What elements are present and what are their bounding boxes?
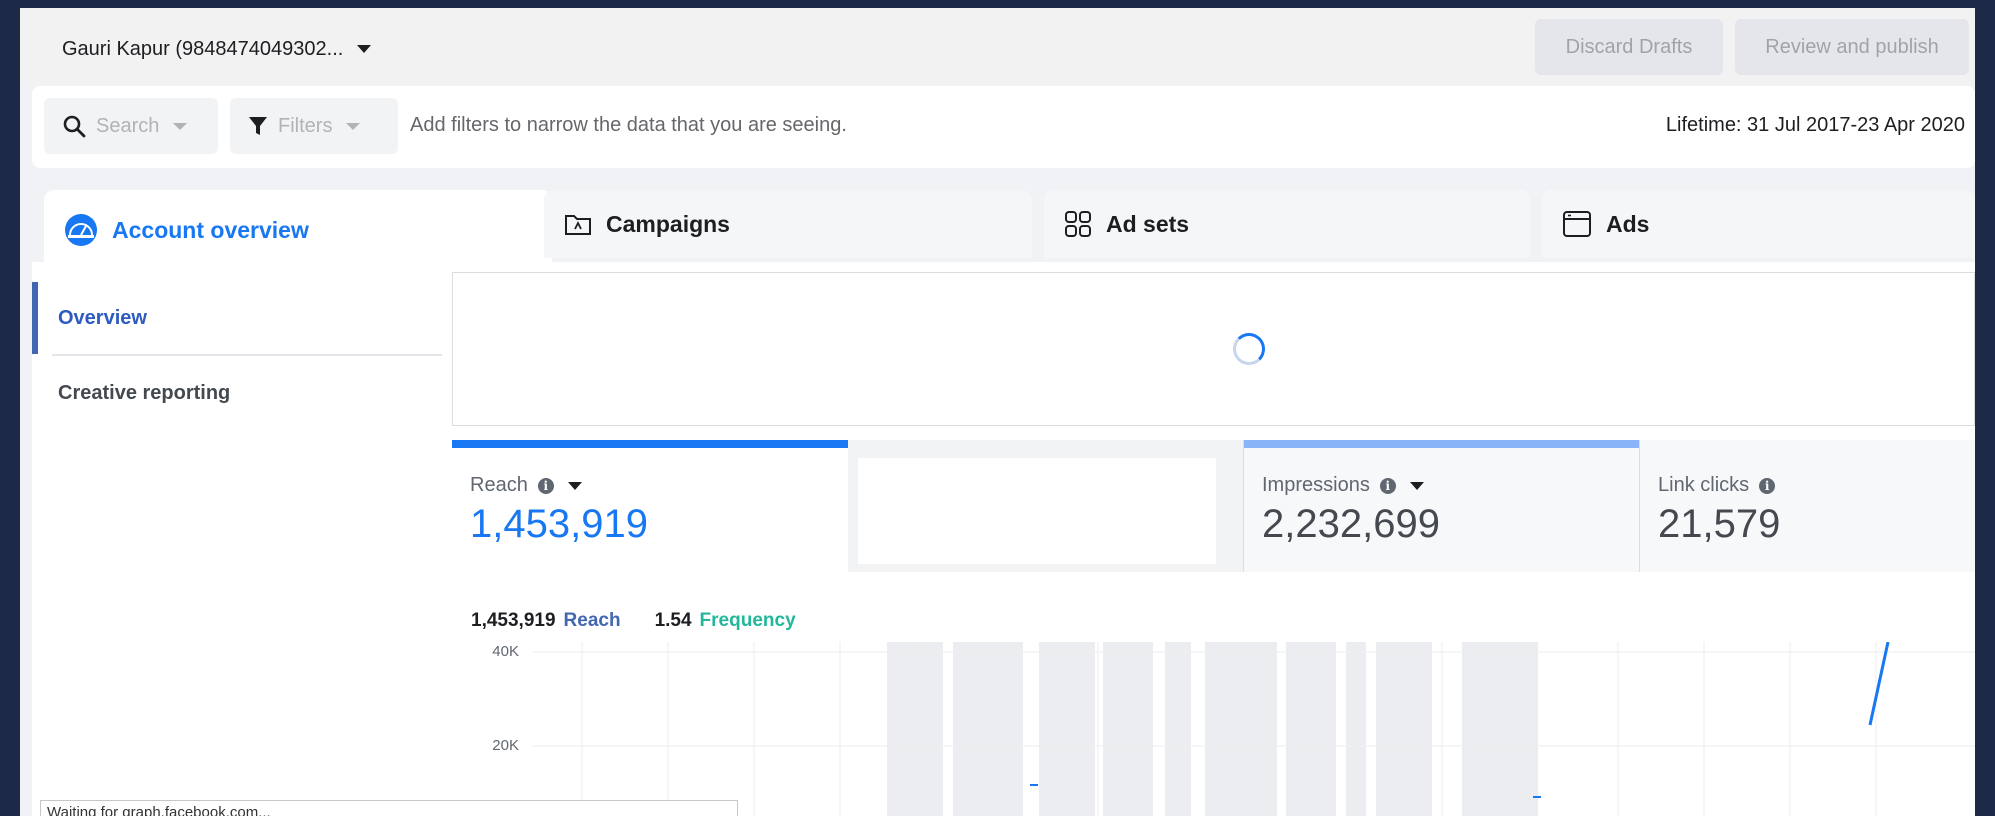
- folder-icon: [565, 215, 591, 235]
- y-tick-label: 40K: [492, 643, 519, 660]
- metric-reach[interactable]: Reach i 1,453,919: [452, 440, 848, 572]
- metric-tiles: Reach i 1,453,919 Impressions i 2,232,69…: [452, 440, 1975, 572]
- sidebar-item-creative-reporting[interactable]: Creative reporting: [32, 357, 442, 429]
- tab-label: Account overview: [112, 216, 309, 243]
- metric-accent-bar: [1244, 440, 1639, 448]
- metric-label-text: Link clicks: [1658, 474, 1750, 496]
- legend-frequency-label[interactable]: Frequency: [700, 610, 796, 632]
- tab-ad-sets[interactable]: Ad sets: [1044, 190, 1530, 258]
- ads-manager-window: Gauri Kapur (9848474049302... Discard Dr…: [20, 8, 1975, 816]
- metric-value: 1,453,919: [470, 502, 648, 546]
- metric-empty-slot[interactable]: [848, 440, 1244, 572]
- chart-highlight-band: [1462, 642, 1538, 816]
- filters-label: Filters: [278, 114, 333, 137]
- chart-legend: 1,453,919 Reach 1.54 Frequency: [471, 610, 796, 632]
- metric-label: Impressions i: [1262, 474, 1424, 497]
- account-switcher[interactable]: Gauri Kapur (9848474049302...: [62, 34, 372, 64]
- metric-label: Link clicks i: [1658, 474, 1776, 497]
- tab-account-overview[interactable]: Account overview: [44, 190, 552, 270]
- chevron-down-icon[interactable]: [1409, 481, 1424, 490]
- chart-highlight-band: [1103, 642, 1153, 816]
- discard-drafts-button[interactable]: Discard Drafts: [1535, 19, 1723, 75]
- tab-label: Campaigns: [606, 210, 730, 237]
- metric-impressions[interactable]: Impressions i 2,232,699: [1244, 440, 1640, 572]
- filter-bar: Search Filters Add filters to narrow the…: [32, 86, 1975, 168]
- side-navigation: Overview Creative reporting: [32, 262, 452, 816]
- metric-label-text: Impressions: [1262, 474, 1370, 496]
- metric-value: 2,232,699: [1262, 502, 1440, 546]
- filters-button[interactable]: Filters: [230, 98, 398, 154]
- date-range-picker[interactable]: Lifetime: 31 Jul 2017-23 Apr 2020: [1666, 114, 1965, 137]
- top-bar: Gauri Kapur (9848474049302... Discard Dr…: [20, 8, 1975, 86]
- chart-highlight-band: [887, 642, 943, 816]
- loading-card: [452, 272, 1975, 426]
- info-icon[interactable]: i: [537, 477, 554, 494]
- filter-icon: [249, 117, 267, 135]
- legend-frequency-value: 1.54: [654, 610, 692, 631]
- window-icon: [1563, 211, 1591, 237]
- y-tick-label: 20K: [492, 737, 519, 754]
- search-icon: [63, 115, 86, 138]
- divider: [52, 354, 442, 356]
- chart-highlight-band: [1376, 642, 1432, 816]
- filter-hint: Add filters to narrow the data that you …: [410, 114, 847, 136]
- chart-highlight-band: [1286, 642, 1336, 816]
- tab-campaigns[interactable]: Campaigns: [544, 190, 1032, 258]
- metric-placeholder: [858, 458, 1216, 564]
- sidebar-item-overview[interactable]: Overview: [32, 282, 442, 354]
- chart-highlight-band: [1165, 642, 1191, 816]
- tab-ads[interactable]: Ads: [1542, 190, 1975, 258]
- metric-link-clicks[interactable]: Link clicks i 21,579: [1640, 440, 1975, 572]
- metric-accent-bar: [452, 440, 848, 448]
- chevron-down-icon[interactable]: [567, 481, 582, 490]
- chart-highlight-band: [1205, 642, 1277, 816]
- legend-reach-label[interactable]: Reach: [564, 610, 621, 632]
- metric-label-text: Reach: [470, 474, 528, 496]
- dashboard-icon: [65, 214, 97, 246]
- reach-line-segment: [1868, 642, 1890, 726]
- main-panel: Overview Creative reporting Reach i 1,45…: [32, 262, 1975, 816]
- search-button[interactable]: Search: [44, 98, 218, 154]
- reach-chart: 40K 20K: [492, 642, 1975, 816]
- metric-label: Reach i: [470, 474, 582, 497]
- search-label: Search: [96, 114, 160, 137]
- tab-label: Ads: [1606, 210, 1650, 237]
- grid-icon: [1065, 211, 1091, 237]
- account-name: Gauri Kapur (9848474049302...: [62, 37, 344, 60]
- info-icon[interactable]: i: [1759, 477, 1776, 494]
- loading-spinner-icon: [1233, 333, 1265, 365]
- tab-label: Ad sets: [1106, 210, 1190, 237]
- legend-reach-value: 1,453,919: [471, 610, 556, 631]
- chevron-down-icon: [173, 122, 188, 130]
- chart-highlight-band: [1039, 642, 1095, 816]
- chevron-down-icon: [357, 45, 372, 53]
- chevron-down-icon: [346, 122, 361, 130]
- info-icon[interactable]: i: [1379, 477, 1396, 494]
- review-and-publish-button[interactable]: Review and publish: [1735, 19, 1969, 75]
- browser-status-bar: Waiting for graph.facebook.com...: [40, 800, 738, 816]
- chart-highlight-bands: [887, 642, 1538, 816]
- metric-value: 21,579: [1658, 502, 1781, 546]
